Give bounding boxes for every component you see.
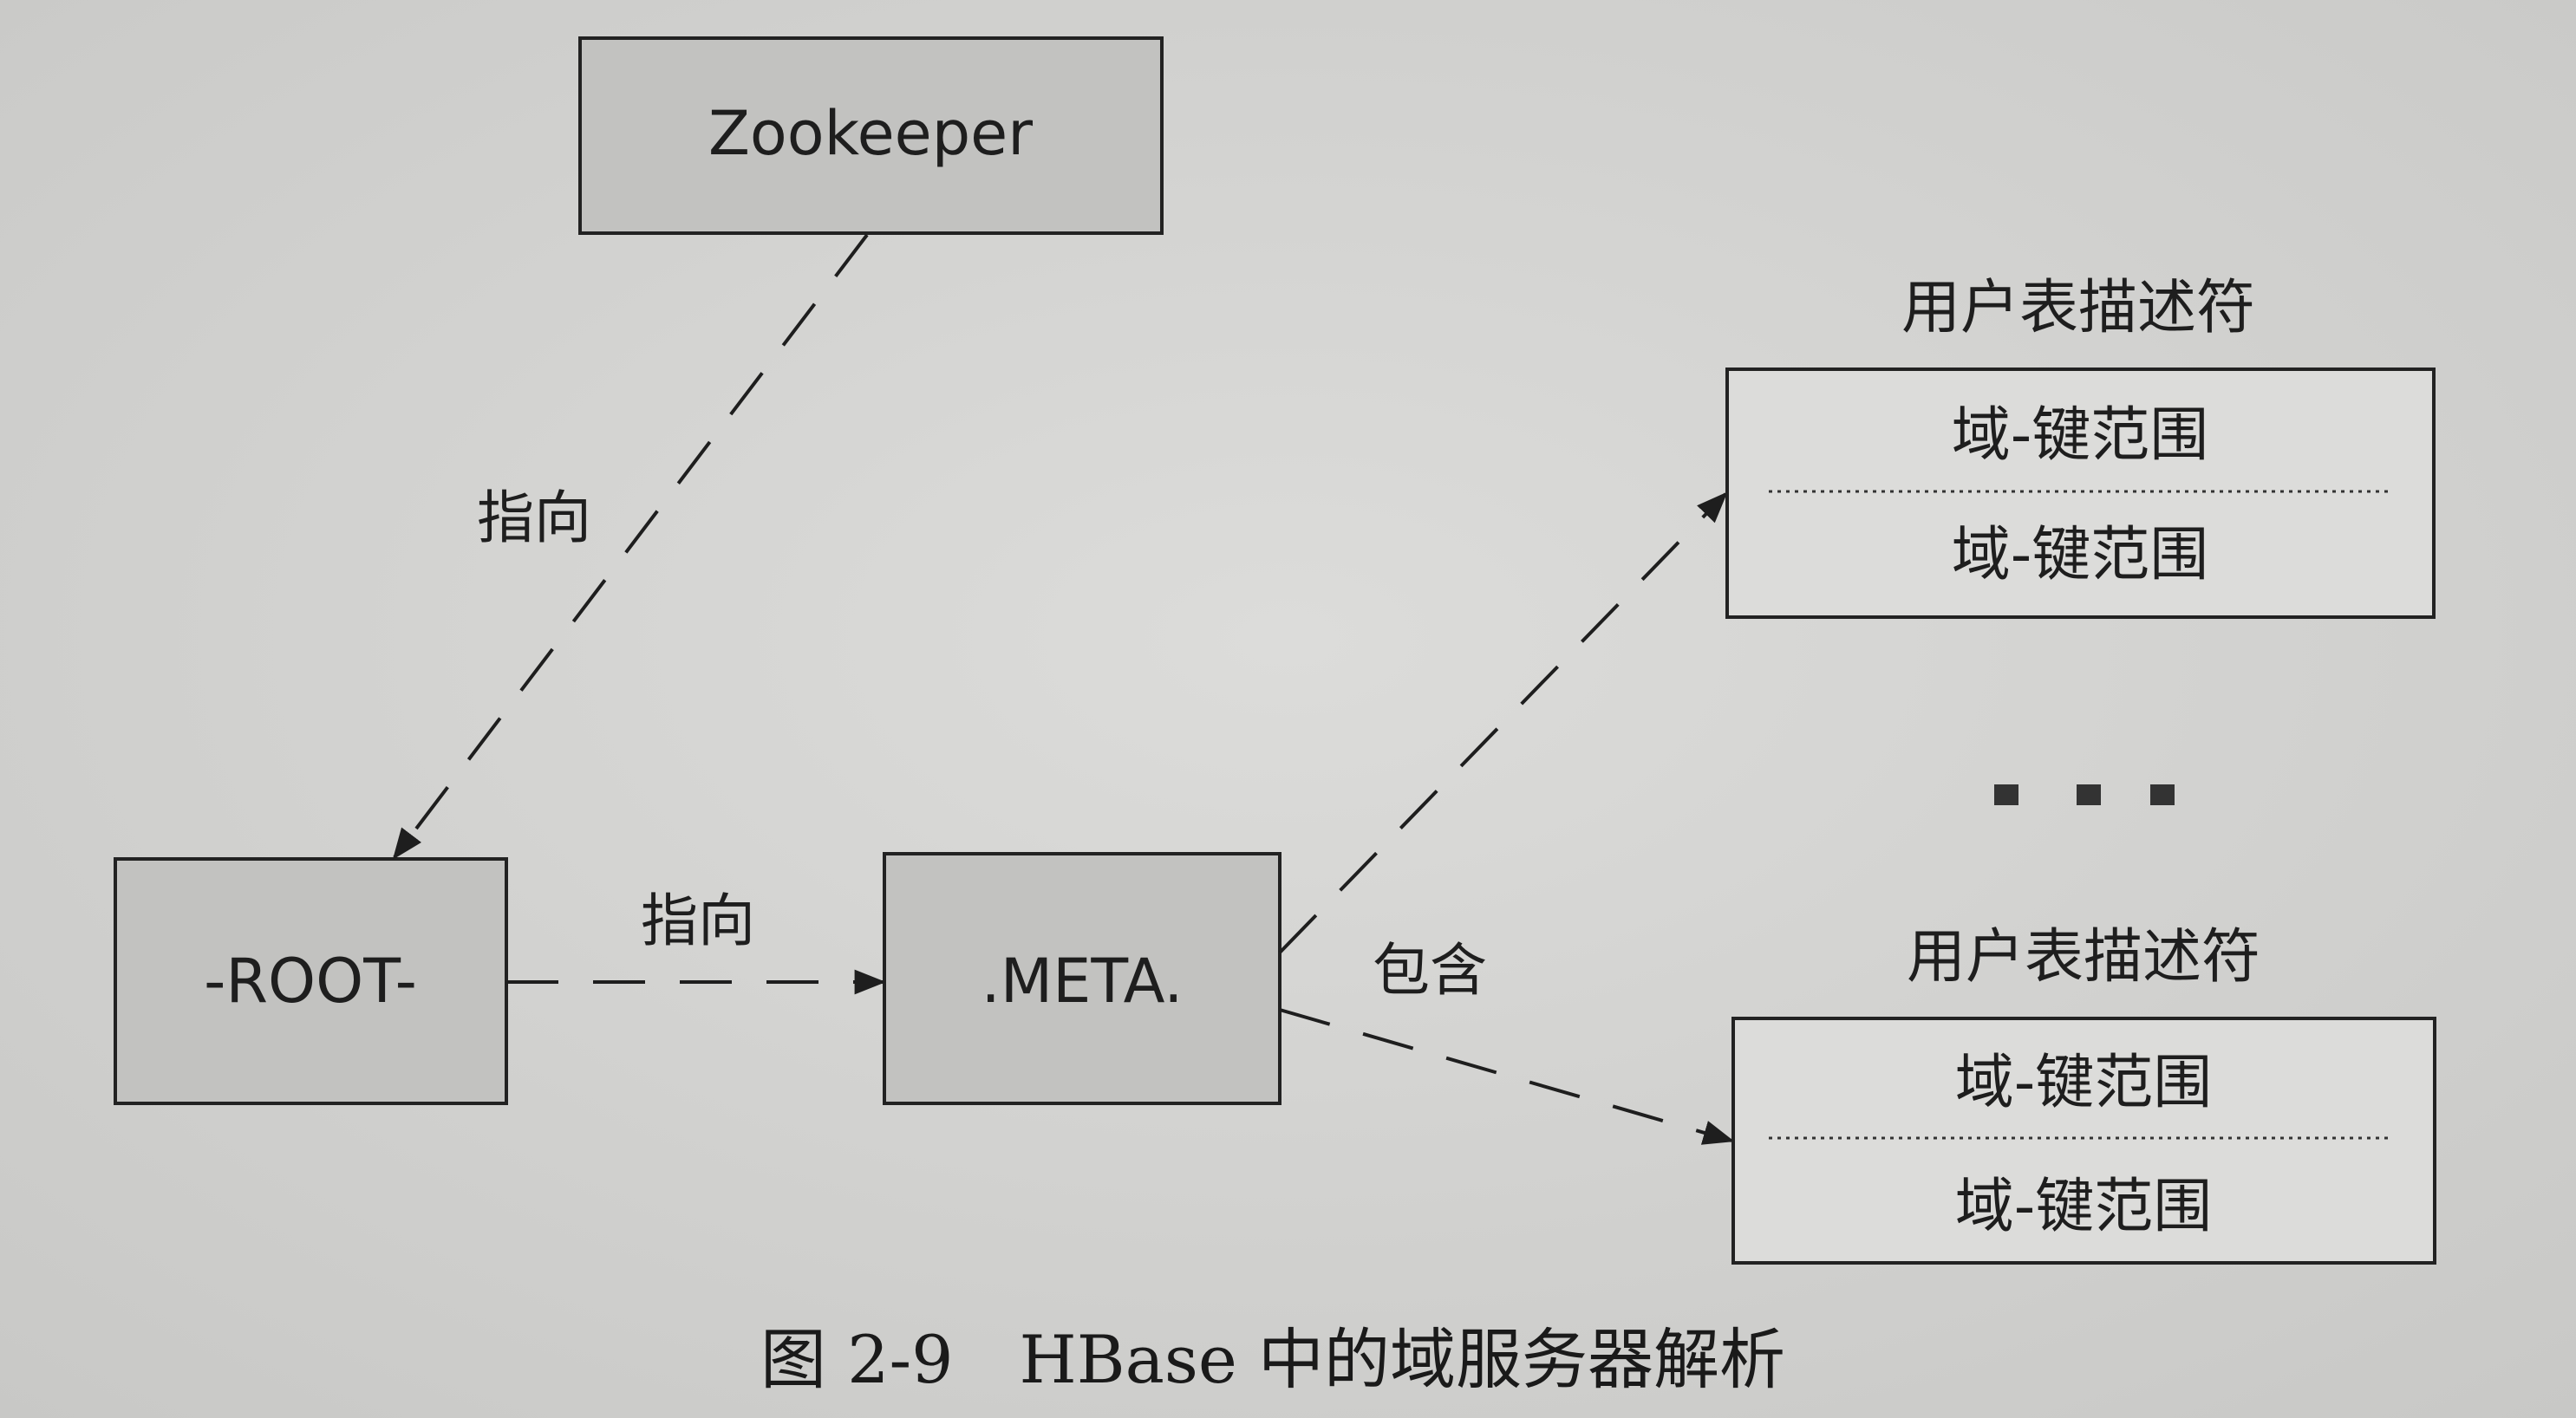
table-title: 用户表描述符	[1901, 274, 2255, 342]
zookeeper-to-root-label: 指向	[477, 485, 591, 551]
table-title: 用户表描述符	[1907, 923, 2260, 992]
region-key-range: 域-键范围	[1955, 1049, 2213, 1117]
root-label: -ROOT-	[204, 946, 417, 1017]
root-to-meta-label: 指向	[641, 888, 755, 954]
root-node: -ROOT-	[114, 857, 508, 1105]
region-key-range: 域-键范围	[1955, 1173, 2213, 1241]
zookeeper-label: Zookeeper	[708, 98, 1033, 169]
region-key-range: 域-键范围	[1952, 401, 2209, 470]
diagram-canvas: Zookeeper -ROOT- .META. 指向 指向 包含 用户表描述符 …	[0, 0, 2576, 1418]
region-key-range: 域-键范围	[1952, 521, 2209, 589]
figure-caption: 图 2-9 HBase 中的域服务器解析	[760, 1321, 1785, 1398]
meta-label: .META.	[981, 946, 1183, 1017]
zookeeper-node: Zookeeper	[578, 36, 1164, 235]
meta-to-tables-label: 包含	[1373, 937, 1487, 1004]
meta-node: .META.	[883, 852, 1281, 1105]
